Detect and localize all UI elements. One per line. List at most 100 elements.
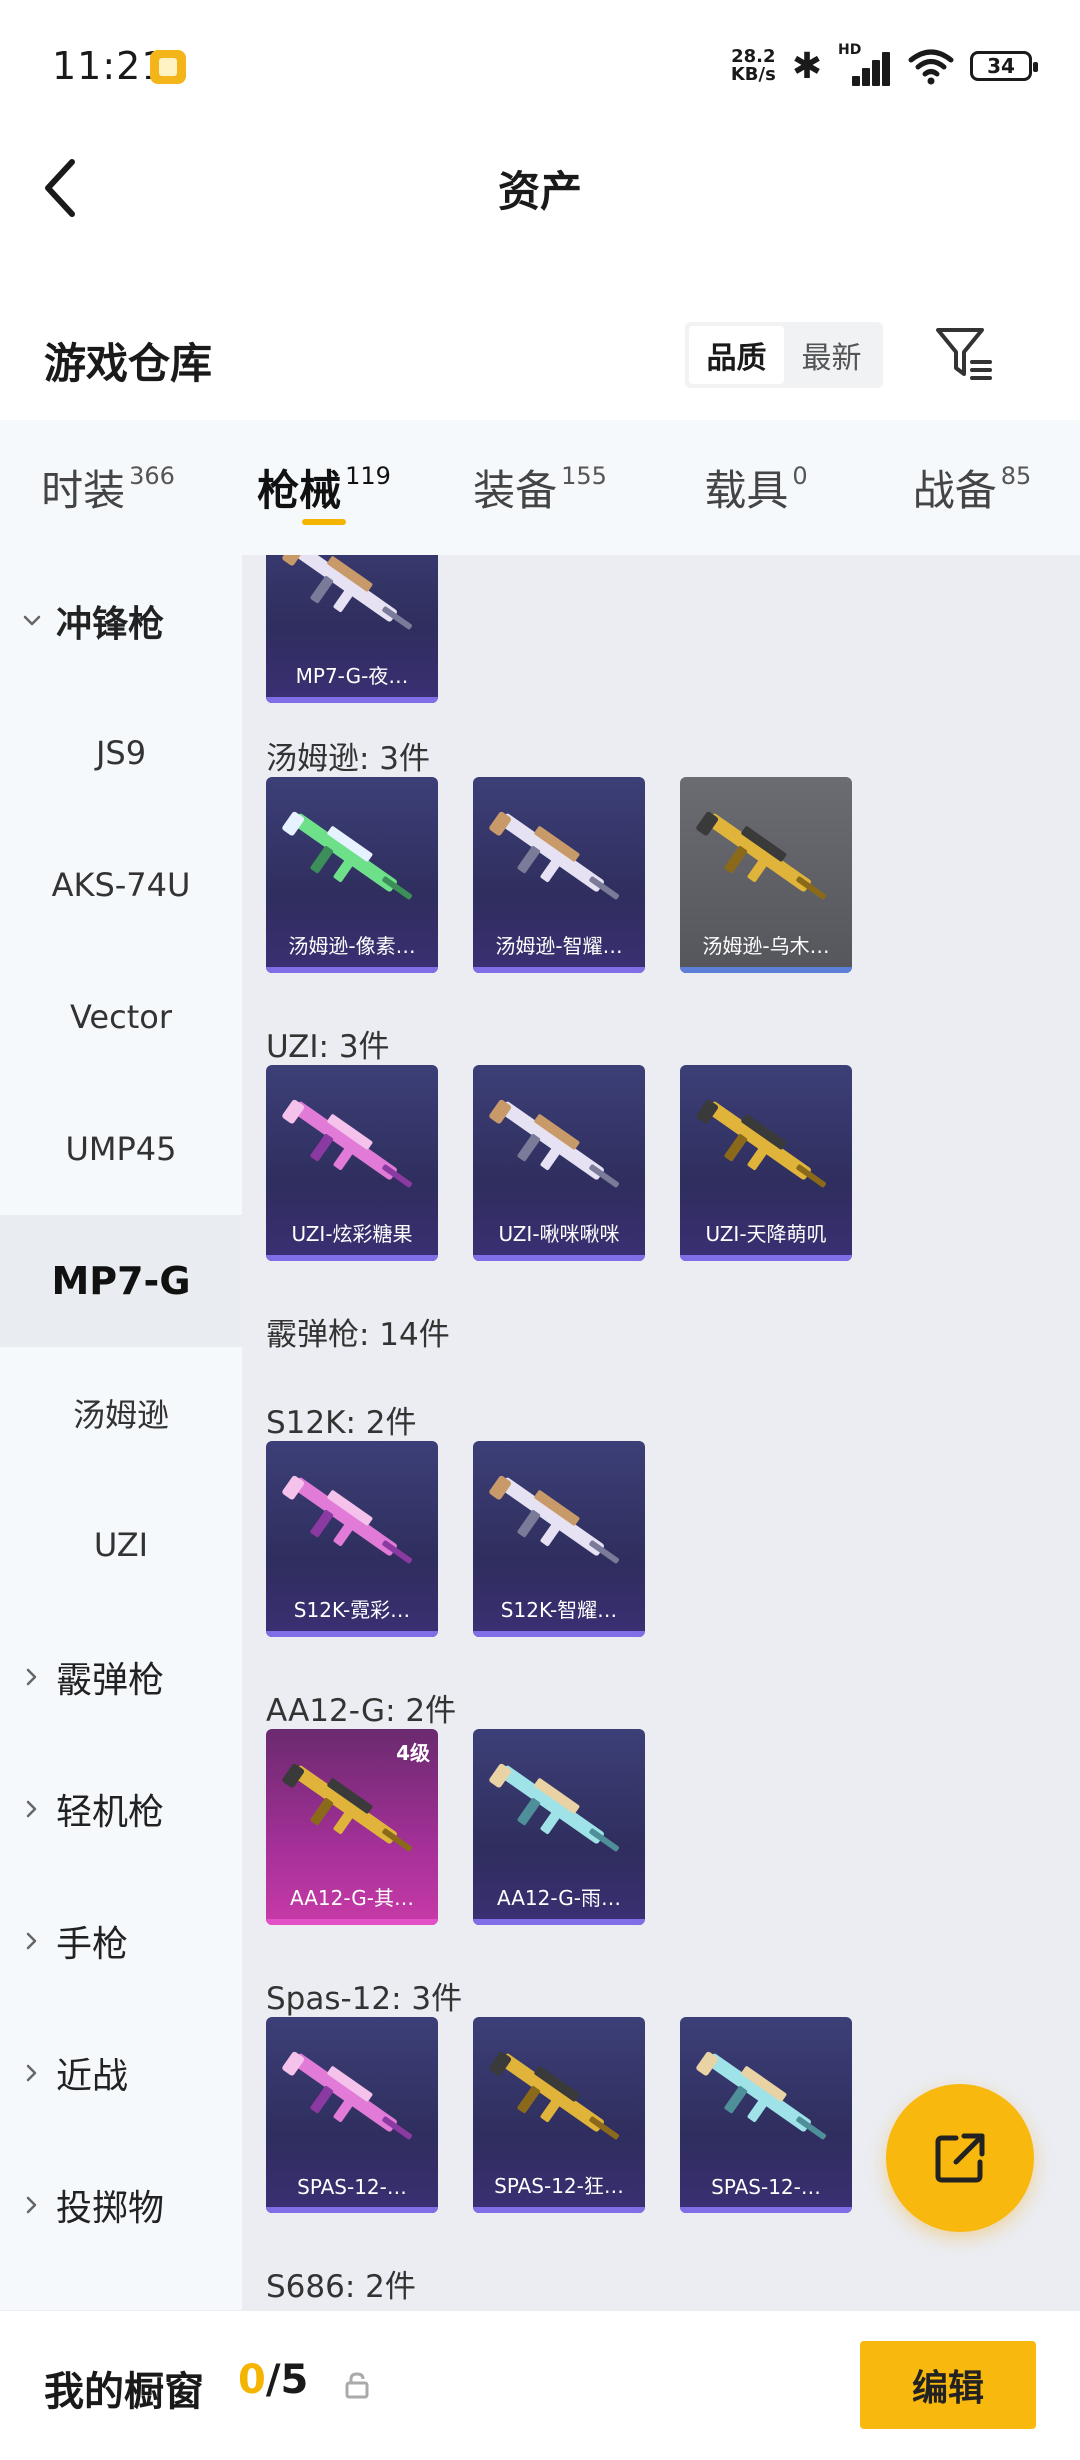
section-title: 霰弹枪: 14件 bbox=[266, 1317, 450, 1353]
tab-count: 119 bbox=[345, 461, 391, 490]
showcase-count: 0/5 bbox=[238, 2357, 309, 2403]
sidebar-item[interactable]: 轻机枪 bbox=[0, 1743, 242, 1875]
weapon-name: 汤姆逊-智耀… bbox=[495, 934, 623, 958]
chevron-right-icon bbox=[26, 2064, 37, 2082]
weapon-name: AA12-G-雨… bbox=[496, 1886, 622, 1910]
weapon-name: 汤姆逊-乌木… bbox=[702, 934, 830, 958]
sort-newest-option[interactable]: 最新 bbox=[784, 326, 879, 384]
tab-4[interactable]: 战备 85 bbox=[864, 420, 1080, 555]
sidebar-item[interactable]: 汤姆逊 bbox=[0, 1347, 242, 1479]
sidebar-item[interactable]: 近战 bbox=[0, 2007, 242, 2139]
weapon-card[interactable]: S12K-霓彩… bbox=[266, 1441, 438, 1637]
weapon-skin-image bbox=[282, 1763, 412, 1852]
weapon-skin-image bbox=[282, 1475, 412, 1564]
weapon-skin-image bbox=[696, 1099, 826, 1188]
sidebar-item[interactable]: UMP45 bbox=[0, 1083, 242, 1215]
sidebar-item-label: 冲锋枪 bbox=[56, 604, 165, 645]
sidebar-item-label: MP7-G bbox=[51, 1259, 191, 1303]
weapon-card[interactable]: SPAS-12-… bbox=[680, 2017, 852, 2213]
tab-label: 战备 bbox=[912, 466, 997, 515]
share-external-icon bbox=[935, 2133, 985, 2183]
weapon-name: AA12-G-其… bbox=[289, 1886, 415, 1910]
tab-label: 载具 bbox=[704, 466, 789, 515]
weapon-card[interactable]: AA12-G-雨… bbox=[473, 1729, 645, 1925]
sidebar-item[interactable]: Vector bbox=[0, 951, 242, 1083]
tab-label: 时装 bbox=[41, 466, 126, 515]
weapon-name: S12K-霓彩… bbox=[293, 1598, 411, 1622]
weapon-card[interactable]: 汤姆逊-乌木… bbox=[680, 777, 852, 973]
filter-button[interactable] bbox=[932, 322, 996, 386]
tab-count: 366 bbox=[129, 461, 175, 490]
weapon-card[interactable]: SPAS-12-狂… bbox=[473, 2017, 645, 2213]
battery-indicator: 34 bbox=[970, 51, 1038, 81]
weapon-card[interactable]: UZI-天降萌叽 bbox=[680, 1065, 852, 1261]
weapon-skin-image bbox=[489, 811, 619, 900]
tab-3[interactable]: 载具 0 bbox=[648, 420, 864, 555]
share-button[interactable] bbox=[886, 2084, 1034, 2232]
status-bar: 11:21 28.2 KB/s ✱ HD 34 bbox=[0, 0, 1080, 140]
sidebar-item[interactable]: 霰弹枪 bbox=[0, 1611, 242, 1743]
cellular-signal-icon: HD bbox=[838, 42, 892, 86]
header: 资产 bbox=[0, 140, 1080, 300]
chevron-right-icon bbox=[26, 1932, 37, 1950]
tab-label: 装备 bbox=[473, 466, 558, 515]
weapon-card[interactable]: 汤姆逊-像素… bbox=[266, 777, 438, 973]
sidebar-item[interactable]: JS9 bbox=[0, 687, 242, 819]
weapon-name: SPAS-12-… bbox=[297, 2175, 407, 2199]
section-title: Spas-12: 3件 bbox=[266, 1981, 463, 2017]
weapon-card[interactable]: SPAS-12-… bbox=[266, 2017, 438, 2213]
chevron-down-icon bbox=[23, 615, 41, 626]
active-tab-indicator bbox=[302, 519, 346, 525]
tab-2[interactable]: 装备 155 bbox=[432, 420, 648, 555]
showcase-title: 我的橱窗 bbox=[44, 2369, 204, 2415]
page-title: 资产 bbox=[497, 167, 582, 216]
weapon-card[interactable]: UZI-炫彩糖果 bbox=[266, 1065, 438, 1261]
sidebar-item-label: 霰弹枪 bbox=[56, 1660, 165, 1701]
section-title: AA12-G: 2件 bbox=[266, 1693, 457, 1729]
weapon-name: UZI-炫彩糖果 bbox=[291, 1222, 413, 1246]
tab-0[interactable]: 时装 366 bbox=[0, 420, 216, 555]
sidebar-item-label: JS9 bbox=[95, 734, 147, 772]
weapon-card[interactable]: 汤姆逊-智耀… bbox=[473, 777, 645, 973]
weapon-name: 汤姆逊-像素… bbox=[288, 934, 416, 958]
weapon-skin-image bbox=[282, 2051, 412, 2140]
weapon-name: SPAS-12-狂… bbox=[494, 2174, 624, 2198]
weapon-skin-image bbox=[489, 1099, 619, 1188]
sidebar-item-label: AKS-74U bbox=[51, 866, 191, 904]
assets-screen: 11:21 28.2 KB/s ✱ HD 34 资产 游戏仓库 品质 最新 时装… bbox=[0, 0, 1080, 2460]
chevron-right-icon bbox=[26, 1668, 37, 1686]
notes-app-icon bbox=[150, 50, 186, 84]
sidebar-item-label: UZI bbox=[93, 1526, 149, 1564]
weapon-name: UZI-天降萌叽 bbox=[705, 1222, 827, 1246]
sort-quality-option[interactable]: 品质 bbox=[689, 326, 784, 384]
sidebar-item[interactable]: 冲锋枪 bbox=[0, 555, 242, 687]
sidebar-item[interactable]: UZI bbox=[0, 1479, 242, 1611]
weapon-card[interactable]: UZI-啾咪啾咪 bbox=[473, 1065, 645, 1261]
sidebar-item[interactable]: AKS-74U bbox=[0, 819, 242, 951]
sidebar-item-label: 手枪 bbox=[56, 1924, 129, 1965]
weapon-name: UZI-啾咪啾咪 bbox=[498, 1222, 620, 1246]
weapon-card[interactable]: 4级 AA12-G-其… bbox=[266, 1729, 438, 1925]
level-badge: 4级 bbox=[396, 1741, 430, 1765]
section-title: 汤姆逊: 3件 bbox=[266, 741, 431, 777]
weapon-skin-image bbox=[696, 811, 826, 900]
weapon-name: MP7-G-夜… bbox=[295, 664, 409, 688]
network-speed: 28.2 KB/s bbox=[730, 46, 776, 85]
filter-icon bbox=[936, 328, 992, 380]
weapon-skin-image bbox=[282, 1099, 412, 1188]
weapon-card[interactable]: MP7-G-夜… bbox=[266, 555, 438, 703]
weapon-name: S12K-智耀… bbox=[500, 1598, 618, 1622]
sidebar-item[interactable]: 手枪 bbox=[0, 1875, 242, 2007]
sidebar-item[interactable]: 投掷物 bbox=[0, 2139, 242, 2271]
edit-button[interactable]: 编辑 bbox=[860, 2341, 1036, 2429]
tab-count: 155 bbox=[561, 461, 607, 490]
sidebar-item-label: 投掷物 bbox=[56, 2188, 165, 2229]
sidebar-item-label: 汤姆逊 bbox=[72, 1396, 169, 1434]
category-tabs: 时装 366 枪械 119 装备 155 载具 0 战备 85 bbox=[0, 420, 1080, 555]
sidebar-item[interactable]: MP7-G bbox=[0, 1215, 242, 1347]
sidebar-item-label: UMP45 bbox=[65, 1130, 177, 1168]
tab-count: 85 bbox=[1000, 461, 1032, 490]
tab-1[interactable]: 枪械 119 bbox=[216, 420, 432, 555]
sort-toggle: 品质 最新 bbox=[685, 322, 883, 388]
weapon-card[interactable]: S12K-智耀… bbox=[473, 1441, 645, 1637]
